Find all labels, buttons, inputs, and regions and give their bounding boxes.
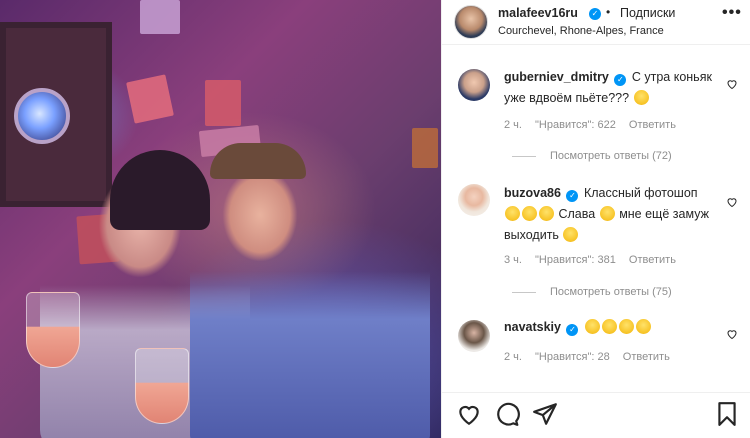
reply-button[interactable]: Ответить	[623, 351, 670, 363]
share-icon[interactable]	[532, 401, 558, 427]
divider-line	[512, 291, 536, 293]
following-button[interactable]: Подписки	[620, 6, 675, 20]
commenter-avatar[interactable]	[458, 184, 490, 216]
more-options-icon[interactable]: •••	[722, 4, 742, 22]
crying-laughing-emoji-icon	[618, 319, 634, 334]
comment-like-heart-icon[interactable]	[726, 328, 738, 340]
post-photo[interactable]	[0, 0, 441, 438]
crying-laughing-emoji-icon	[599, 206, 615, 221]
comment-like-heart-icon[interactable]	[726, 196, 738, 208]
comment-icon[interactable]	[494, 401, 520, 427]
wall-poster	[205, 80, 241, 126]
crying-laughing-emoji-icon	[584, 319, 600, 334]
bookmark-icon[interactable]	[714, 401, 740, 427]
cat-emoji-icon	[563, 227, 579, 242]
view-replies-button[interactable]: Посмотреть ответы (72)	[504, 150, 672, 162]
commenter-username[interactable]: guberniev_dmitry	[504, 70, 609, 84]
heart-icon[interactable]	[456, 401, 482, 427]
divider-line	[512, 155, 536, 157]
comment-meta: 2 ч. "Нравится": 622 Ответить	[504, 119, 686, 131]
post-header: malafeev16ru ✓ • Подписки Courchevel, Rh…	[442, 0, 750, 45]
commenter-avatar[interactable]	[458, 320, 490, 352]
reply-button[interactable]: Ответить	[629, 119, 676, 131]
verified-badge-icon: ✓	[566, 324, 579, 336]
view-replies-label: Посмотреть ответы (72)	[550, 150, 672, 162]
comment-time: 2 ч.	[504, 351, 522, 363]
man-figure	[190, 145, 430, 438]
wall-poster	[126, 74, 174, 124]
man-hair	[210, 143, 306, 179]
comment-text: buzova86 ✓ Классный фотошоп Слава мне ещ…	[504, 183, 724, 246]
comment-time: 3 ч.	[504, 254, 522, 266]
reply-button[interactable]: Ответить	[629, 254, 676, 266]
wall-poster	[140, 0, 180, 34]
comment-text: navatskiy ✓	[504, 317, 724, 338]
commenter-avatar[interactable]	[458, 69, 490, 101]
verified-badge-icon: ✓	[566, 190, 579, 202]
view-replies-button[interactable]: Посмотреть ответы (75)	[504, 286, 672, 298]
crying-laughing-emoji-icon	[505, 206, 520, 221]
author-avatar[interactable]	[454, 5, 488, 39]
comment-likes[interactable]: "Нравится": 28	[535, 351, 610, 363]
verified-badge-icon: ✓	[589, 8, 601, 20]
wall-poster	[412, 128, 438, 168]
round-mirror	[14, 88, 70, 144]
author-username[interactable]: malafeev16ru	[498, 6, 578, 20]
crying-laughing-emoji-icon	[539, 206, 554, 221]
crying-laughing-emoji-icon	[601, 319, 617, 334]
comment-likes[interactable]: "Нравится": 622	[535, 119, 616, 131]
commenter-username[interactable]: buzova86	[504, 186, 561, 200]
post-location[interactable]: Courchevel, Rhone-Alpes, France	[498, 25, 664, 37]
commenter-username[interactable]: navatskiy	[504, 320, 561, 334]
comment-likes[interactable]: "Нравится": 381	[535, 254, 616, 266]
verified-badge-icon: ✓	[614, 74, 627, 86]
comment-meta: 2 ч. "Нравится": 28 Ответить	[504, 351, 680, 363]
comments-panel: malafeev16ru ✓ • Подписки Courchevel, Rh…	[441, 0, 750, 438]
comment-text: guberniev_dmitry ✓ С утра коньяк уже вдв…	[504, 67, 724, 109]
comment-body: Слава	[558, 207, 596, 221]
wine-glass	[135, 348, 189, 424]
laughing-emoji-icon	[633, 90, 649, 105]
crying-laughing-emoji-icon	[522, 206, 537, 221]
comment-time: 2 ч.	[504, 119, 522, 131]
crying-laughing-emoji-icon	[635, 319, 651, 334]
comment-body: Классный фотошоп	[583, 186, 698, 200]
comment-like-heart-icon[interactable]	[726, 78, 738, 90]
comment-meta: 3 ч. "Нравится": 381 Ответить	[504, 254, 686, 266]
post-actions-bar	[442, 392, 750, 438]
view-replies-label: Посмотреть ответы (75)	[550, 286, 672, 298]
wine-glass	[26, 292, 80, 368]
separator-dot: •	[606, 5, 611, 19]
